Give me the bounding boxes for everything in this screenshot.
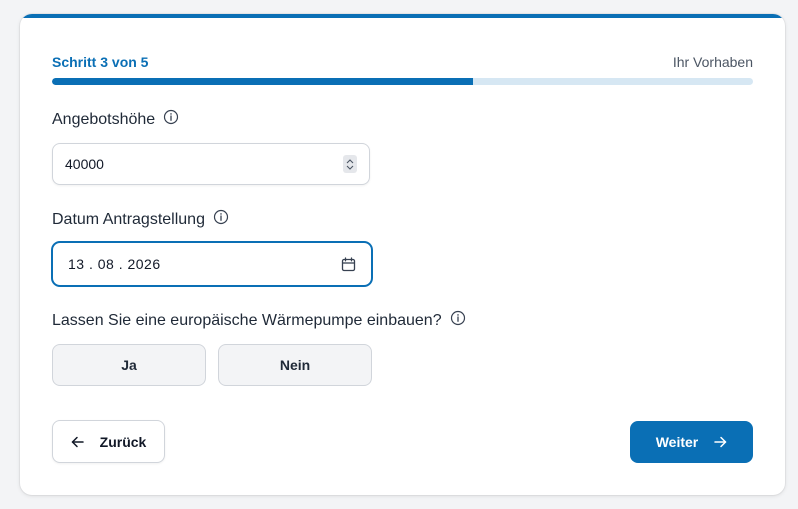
back-button-label: Zurück: [99, 433, 147, 450]
heat-pump-question: Lassen Sie eine europäische Wärmepumpe e…: [52, 312, 442, 329]
heat-pump-question-row: Lassen Sie eine europäische Wärmepumpe e…: [52, 310, 466, 330]
application-date-value: 13 . 08 . 2026: [68, 256, 161, 272]
application-date-label-row: Datum Antragstellung: [52, 209, 229, 229]
arrow-right-icon: [714, 436, 727, 448]
option-yes-button[interactable]: Ja: [52, 344, 206, 386]
calendar-icon[interactable]: [341, 256, 356, 272]
section-title: Ihr Vorhaben: [672, 54, 753, 70]
card-accent-bar: [20, 14, 785, 18]
info-icon[interactable]: [163, 109, 179, 125]
offer-amount-label: Angebotshöhe: [52, 111, 156, 128]
application-date-label: Datum Antragstellung: [52, 211, 205, 228]
form-card: Schritt 3 von 5 Ihr Vorhaben Angebotshöh…: [20, 14, 785, 495]
number-stepper-icon[interactable]: [343, 155, 357, 173]
offer-amount-value: 40000: [65, 156, 104, 172]
offer-amount-label-row: Angebotshöhe: [52, 109, 179, 129]
info-icon[interactable]: [213, 209, 229, 225]
back-button[interactable]: Zurück: [52, 420, 165, 463]
next-button[interactable]: Weiter: [630, 421, 753, 463]
step-indicator: Schritt 3 von 5: [52, 54, 149, 70]
progress-bar: [52, 78, 753, 85]
progress-fill: [52, 78, 473, 85]
arrow-left-icon: [71, 436, 84, 448]
option-no-button[interactable]: Nein: [218, 344, 372, 386]
next-button-label: Weiter: [655, 434, 699, 450]
info-icon[interactable]: [450, 310, 466, 326]
offer-amount-input[interactable]: 40000: [52, 143, 370, 185]
application-date-input[interactable]: 13 . 08 . 2026: [52, 242, 372, 286]
step-header: Schritt 3 von 5 Ihr Vorhaben: [52, 54, 753, 74]
